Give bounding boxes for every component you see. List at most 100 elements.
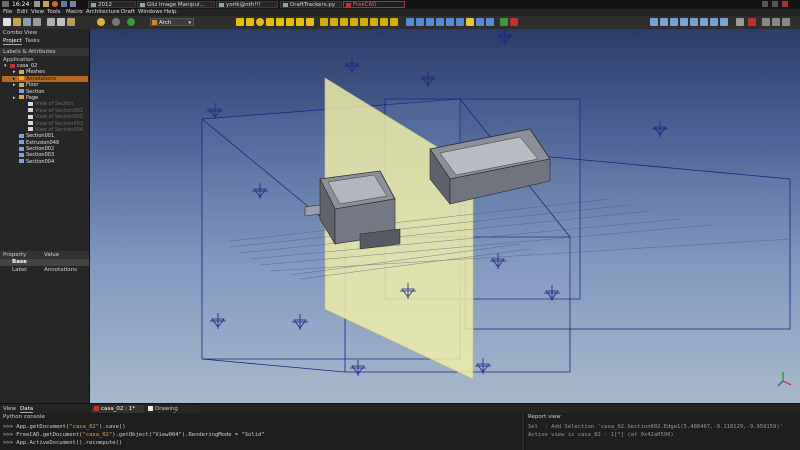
browser-icon[interactable]: [52, 1, 58, 7]
undo-icon[interactable]: [97, 18, 105, 26]
tab-data[interactable]: Data: [20, 406, 34, 413]
print-icon[interactable]: [33, 18, 41, 26]
console-line: >>> FreeCAD.getDocument("casa_02").getOb…: [3, 432, 265, 440]
arch-structure-icon[interactable]: [416, 18, 424, 26]
maximize-icon[interactable]: [772, 1, 778, 7]
redo-icon[interactable]: [112, 18, 120, 26]
draft-dimension-icon[interactable]: [306, 18, 314, 26]
task-freecad[interactable]: FreeCAD: [343, 1, 405, 8]
console-output: >>> App.getDocument("casa_02").save() >>>…: [3, 424, 265, 448]
app-menu-icon[interactable]: [2, 1, 9, 7]
draft-polygon-icon[interactable]: [286, 18, 294, 26]
draft-line-icon[interactable]: [236, 18, 244, 26]
section-plane-icon: [19, 159, 24, 164]
open-icon[interactable]: [13, 18, 21, 26]
arch-site-icon[interactable]: [446, 18, 454, 26]
task-drafttrackers[interactable]: DraftTrackers.py: [280, 1, 342, 8]
measure-icon[interactable]: [736, 18, 744, 26]
arch-building-icon[interactable]: [436, 18, 444, 26]
task-2012[interactable]: 2012: [88, 1, 136, 8]
mail-icon[interactable]: [70, 1, 76, 7]
workbench-selector[interactable]: Arch ▾: [150, 18, 194, 26]
new-document-icon[interactable]: [3, 18, 11, 26]
draft-downgrade-icon[interactable]: [370, 18, 378, 26]
draft-upgrade-icon[interactable]: [360, 18, 368, 26]
property-group-base[interactable]: Base: [0, 259, 89, 266]
cut-icon[interactable]: [47, 18, 55, 26]
tab-tasks[interactable]: Tasks: [25, 38, 40, 44]
3d-viewport[interactable]: [90, 29, 800, 403]
menu-macro[interactable]: Macro: [66, 9, 83, 16]
view-fit-icon[interactable]: [650, 18, 658, 26]
editor-icon[interactable]: [61, 1, 67, 7]
close-icon[interactable]: [782, 1, 788, 7]
view-axonometric-icon[interactable]: [660, 18, 668, 26]
menu-draft[interactable]: Draft: [121, 9, 135, 16]
draft-scale-icon[interactable]: [380, 18, 388, 26]
view-left-icon[interactable]: [720, 18, 728, 26]
menu-help[interactable]: Help: [164, 9, 177, 16]
draft-edit-icon[interactable]: [390, 18, 398, 26]
report-line: Active view is casa_02 : 1[*] (at 0x42a0…: [528, 432, 674, 438]
terminal-icon: [219, 3, 224, 7]
arch-window-icon[interactable]: [456, 18, 464, 26]
view-rear-icon[interactable]: [700, 18, 708, 26]
menu-windows[interactable]: Windows: [138, 9, 163, 16]
view-right-icon[interactable]: [690, 18, 698, 26]
draft-rectangle-icon[interactable]: [276, 18, 284, 26]
menu-tools[interactable]: Tools: [47, 9, 61, 16]
tab-project[interactable]: Project: [3, 38, 22, 45]
menu-file[interactable]: File: [3, 9, 12, 16]
console-str: "casa_02": [82, 432, 113, 438]
arch-add-icon[interactable]: [500, 18, 508, 26]
save-icon[interactable]: [23, 18, 31, 26]
menu-architecture[interactable]: Architecture: [86, 9, 120, 16]
paste-icon[interactable]: [67, 18, 75, 26]
chevron-down-icon: ▾: [188, 20, 191, 26]
arch-remove-icon[interactable]: [510, 18, 518, 26]
draft-text-icon[interactable]: [296, 18, 304, 26]
menu-edit[interactable]: Edit: [17, 9, 28, 16]
whats-this-icon[interactable]: [748, 18, 756, 26]
refresh-icon[interactable]: [127, 18, 135, 26]
document-tab-drawing[interactable]: Drawing viewer*: [146, 405, 198, 418]
property-value[interactable]: Annotations: [44, 267, 77, 273]
draft-move-icon[interactable]: [320, 18, 328, 26]
arch-roof-icon[interactable]: [486, 18, 494, 26]
menu-view[interactable]: View: [31, 9, 44, 16]
value-column-header: Value: [44, 252, 60, 258]
minimize-icon[interactable]: [762, 1, 768, 7]
freecad-icon: [346, 3, 351, 7]
view-bottom-icon[interactable]: [710, 18, 718, 26]
3d-scene[interactable]: [90, 29, 800, 403]
draft-offset-icon[interactable]: [340, 18, 348, 26]
draft-trim-icon[interactable]: [350, 18, 358, 26]
document-tab-label: casa_02 : 1*: [101, 406, 135, 412]
terminal-icon[interactable]: [34, 1, 40, 7]
arch-axis-icon[interactable]: [476, 18, 484, 26]
property-row-label[interactable]: Label Annotations: [0, 267, 89, 274]
axis-cross-icon: [777, 372, 792, 387]
document-tab-casa[interactable]: casa_02 : 1*: [92, 405, 144, 413]
execute-macro-icon[interactable]: [782, 18, 790, 26]
draft-wire-icon[interactable]: [246, 18, 254, 26]
tree-item-label: Section: [26, 88, 45, 95]
draft-arc-icon[interactable]: [266, 18, 274, 26]
document-icon: [10, 63, 15, 68]
view-front-icon[interactable]: [670, 18, 678, 26]
folder-icon[interactable]: [43, 1, 49, 7]
task-gimp[interactable]: Gliz Image Manipul...: [137, 1, 215, 8]
macro-icon[interactable]: [762, 18, 770, 26]
tab-view[interactable]: View: [3, 406, 16, 412]
draft-circle-icon[interactable]: [256, 18, 264, 26]
copy-icon[interactable]: [57, 18, 65, 26]
arch-floor-icon[interactable]: [426, 18, 434, 26]
arch-wall-icon[interactable]: [406, 18, 414, 26]
draft-rotate-icon[interactable]: [330, 18, 338, 26]
task-terminal[interactable]: yorik@nth!!!: [216, 1, 278, 8]
view-top-icon[interactable]: [680, 18, 688, 26]
tree-item[interactable]: Section004: [2, 159, 88, 165]
stop-macro-icon[interactable]: [772, 18, 780, 26]
python-console[interactable]: Python console >>> App.getDocument("casa…: [0, 413, 522, 450]
arch-section-plane-icon[interactable]: [466, 18, 474, 26]
